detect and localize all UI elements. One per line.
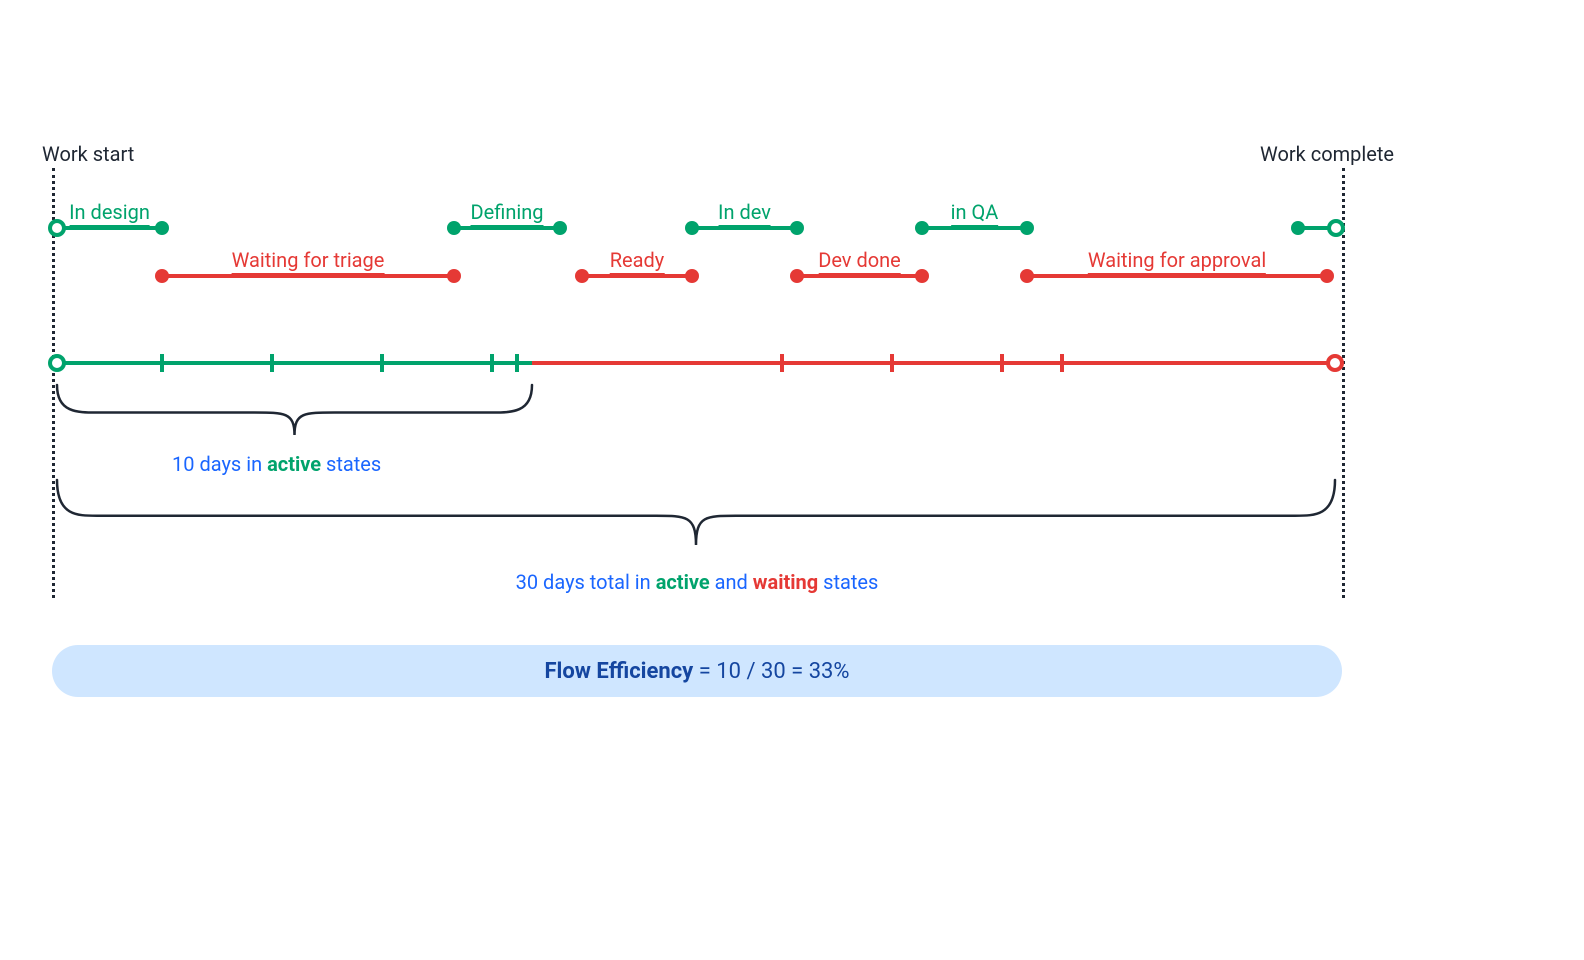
active-segment-label: In dev bbox=[718, 200, 771, 228]
waiting-segment-label: Dev done bbox=[818, 248, 901, 276]
active-segment-label: in QA bbox=[951, 200, 999, 228]
waiting-segment-label: Waiting for approval bbox=[1088, 248, 1266, 276]
active-segment-label: In design bbox=[69, 200, 150, 228]
formula-banner: Flow Efficiency = 10 / 30 = 33% bbox=[52, 645, 1342, 697]
active-segment-label: Defining bbox=[471, 200, 544, 228]
diagram-stage: Work start Work complete 10 days in acti… bbox=[52, 150, 1342, 710]
brace-total bbox=[52, 150, 1342, 610]
waiting-segment-label: Waiting for triage bbox=[232, 248, 385, 276]
total-days-summary: 30 days total in active and waiting stat… bbox=[52, 570, 1342, 594]
waiting-segment-label: Ready bbox=[610, 248, 665, 276]
